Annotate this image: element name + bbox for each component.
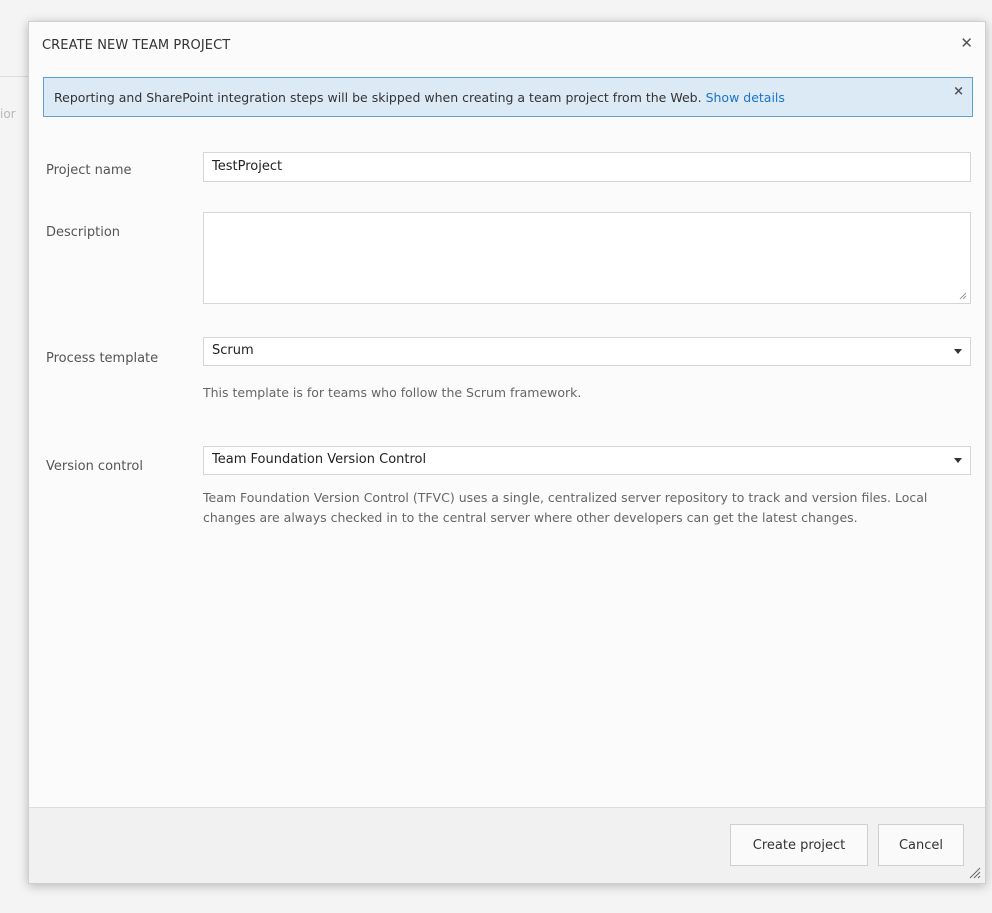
create-team-project-dialog: CREATE NEW TEAM PROJECT ✕ Reporting and … <box>28 21 986 884</box>
dialog-footer: Create project Cancel <box>29 807 985 883</box>
version-control-value: Team Foundation Version Control <box>212 452 427 467</box>
process-template-select[interactable]: Scrum <box>203 337 971 366</box>
close-icon[interactable]: ✕ <box>960 36 973 51</box>
cancel-button[interactable]: Cancel <box>878 824 964 866</box>
version-control-help: Team Foundation Version Control (TFVC) u… <box>203 490 928 525</box>
background-partial-text: ior <box>0 107 16 121</box>
project-name-input[interactable]: TestProject <box>203 152 971 182</box>
version-control-select[interactable]: Team Foundation Version Control <box>203 446 971 475</box>
background-divider <box>0 76 30 77</box>
description-textarea[interactable] <box>203 212 971 304</box>
banner-close-icon[interactable]: × <box>953 84 964 99</box>
project-name-label: Project name <box>46 163 132 178</box>
resize-grip-icon[interactable] <box>959 292 967 300</box>
banner-message: Reporting and SharePoint integration ste… <box>54 90 702 105</box>
dialog-titlebar: CREATE NEW TEAM PROJECT ✕ <box>29 22 985 72</box>
process-template-label: Process template <box>46 351 159 366</box>
process-template-help: This template is for teams who follow th… <box>203 385 582 400</box>
description-label: Description <box>46 225 121 240</box>
dialog-title: CREATE NEW TEAM PROJECT <box>42 38 231 53</box>
info-banner: Reporting and SharePoint integration ste… <box>43 77 973 117</box>
process-template-value: Scrum <box>212 343 254 358</box>
create-project-button[interactable]: Create project <box>730 824 868 866</box>
dialog-resize-grip-icon[interactable] <box>969 867 981 879</box>
show-details-link[interactable]: Show details <box>706 90 785 105</box>
version-control-label: Version control <box>46 459 143 474</box>
chevron-down-icon <box>954 349 962 354</box>
chevron-down-icon <box>954 458 962 463</box>
banner-text-row: Reporting and SharePoint integration ste… <box>54 90 785 105</box>
